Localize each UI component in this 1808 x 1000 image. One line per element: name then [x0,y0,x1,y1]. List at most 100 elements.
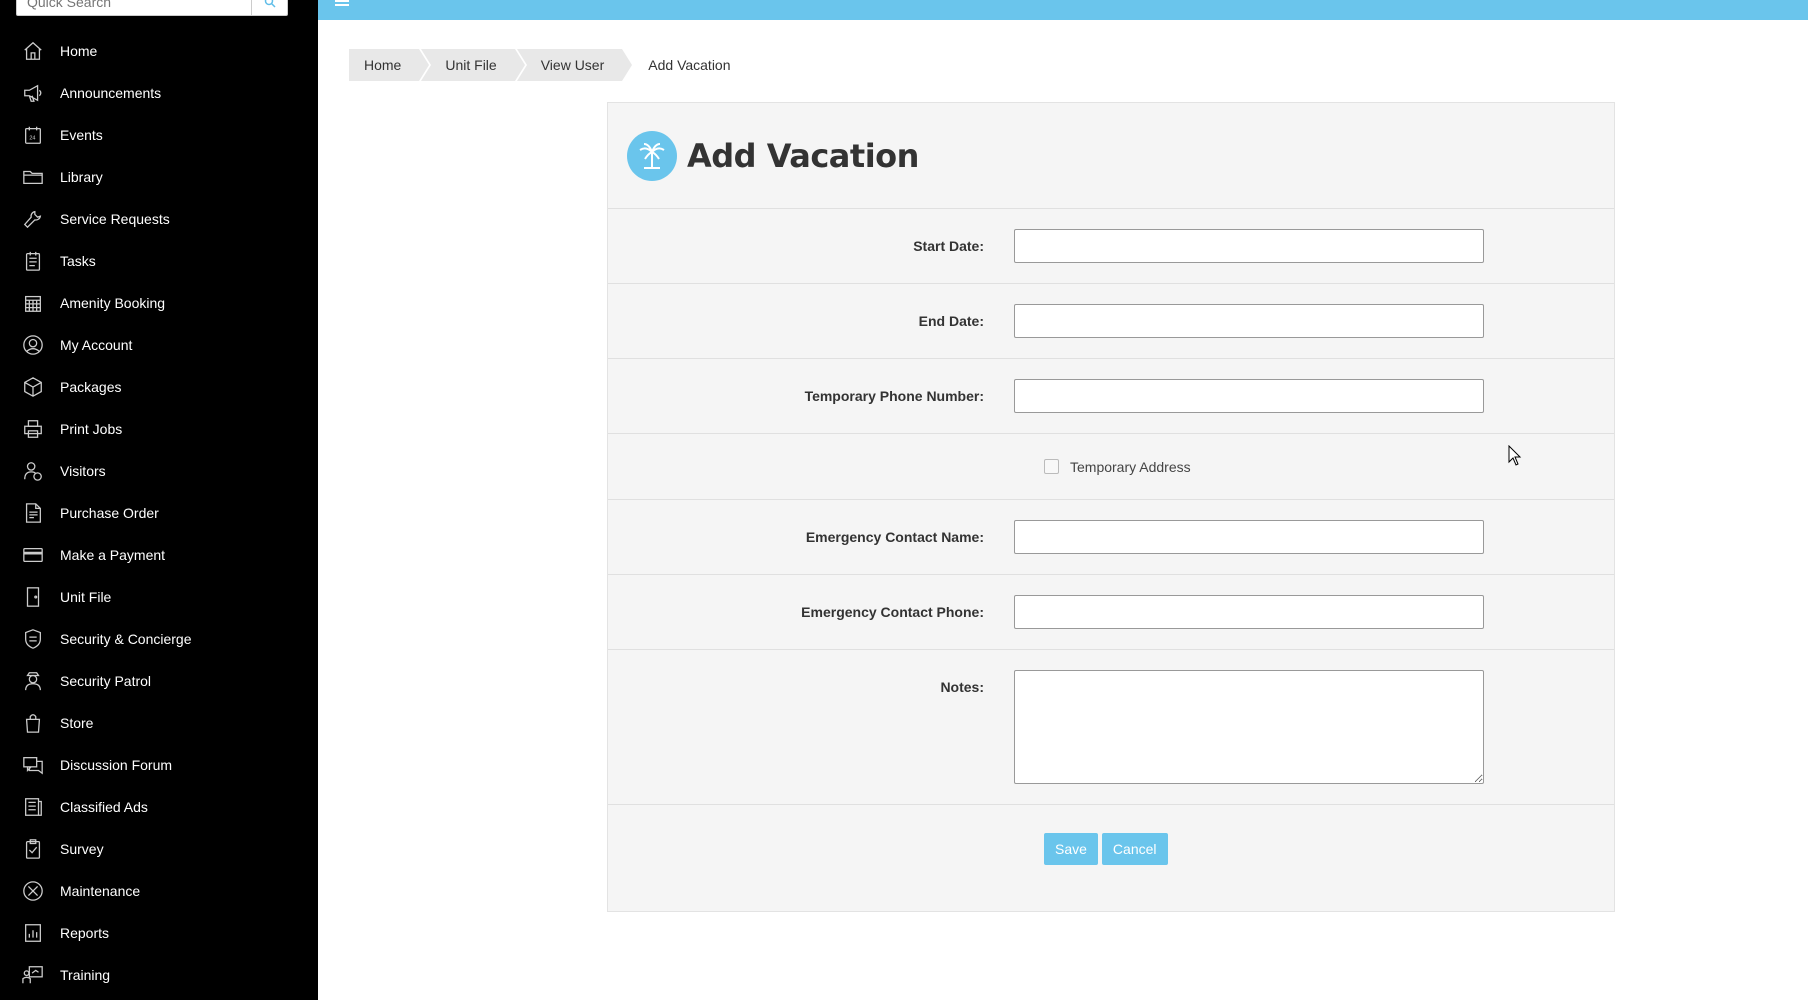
sidebar-item-amenity-booking[interactable]: Amenity Booking [0,282,318,324]
calendar-icon: 24 [21,123,45,147]
shield-icon [21,627,45,651]
sidebar-item-label: Packages [60,379,122,395]
sidebar-item-label: Tasks [60,253,96,269]
palm-tree-icon [627,130,677,181]
sidebar-item-label: Security Patrol [60,673,152,689]
cancel-button[interactable]: Cancel [1101,833,1168,865]
top-bar [318,0,1808,20]
save-button[interactable]: Save [1044,833,1098,865]
emergency-phone-label: Emergency Contact Phone: [801,604,984,620]
box-icon [21,375,45,399]
sidebar-item-my-account[interactable]: My Account [0,324,318,366]
notes-label: Notes: [940,679,984,695]
temp-address-label: Temporary Address [1070,458,1191,475]
sidebar-item-label: Amenity Booking [60,295,166,311]
document-icon [21,501,45,525]
sidebar-item-store[interactable]: Store [0,702,318,744]
door-icon [21,585,45,609]
sidebar-item-service-requests[interactable]: Service Requests [0,198,318,240]
start-date-input[interactable] [1014,229,1484,263]
sidebar-item-label: Announcements [60,85,162,101]
search-icon[interactable] [251,0,287,15]
sidebar-item-training[interactable]: Training [0,954,318,996]
emergency-phone-input[interactable] [1014,595,1484,629]
sidebar-item-classified-ads[interactable]: Classified Ads [0,786,318,828]
sidebar-item-label: Service Requests [60,211,170,227]
end-date-input[interactable] [1014,304,1484,338]
sidebar-item-maintenance[interactable]: Maintenance [0,870,318,912]
chat-icon [21,753,45,777]
sidebar-item-label: Discussion Forum [60,757,173,773]
emergency-name-input[interactable] [1014,520,1484,554]
sidebar-item-tasks[interactable]: Tasks [0,240,318,282]
home-icon [21,39,45,63]
sidebar-item-security-patrol[interactable]: Security Patrol [0,660,318,702]
sidebar-item-label: Maintenance [60,883,141,899]
end-date-row: End Date: [608,284,1614,359]
sidebar-item-packages[interactable]: Packages [0,366,318,408]
sidebar-item-label: Survey [60,841,104,857]
visitor-icon [21,459,45,483]
emergency-name-row: Emergency Contact Name: [608,500,1614,575]
breadcrumb-home[interactable]: Home [349,49,432,81]
sidebar-item-library[interactable]: Library [0,156,318,198]
temp-address-option[interactable]: Temporary Address [1044,459,1191,475]
sidebar-item-events[interactable]: 24 Events [0,114,318,156]
sidebar-nav: Home Announcements 24 Events Library Serv… [0,30,318,996]
sidebar-item-reports[interactable]: Reports [0,912,318,954]
temp-address-checkbox[interactable] [1044,459,1059,474]
mouse-cursor-icon [1508,445,1522,466]
sidebar-item-label: Store [60,715,94,731]
sidebar-item-home[interactable]: Home [0,30,318,72]
calendar-grid-icon [21,291,45,315]
card-header: Add Vacation [608,103,1614,209]
breadcrumb-view-user[interactable]: View User [516,49,634,81]
svg-text:24: 24 [29,136,35,142]
emergency-name-label: Emergency Contact Name: [805,529,984,545]
temp-phone-input[interactable] [1014,379,1484,413]
wrench-icon [21,207,45,231]
sidebar-item-label: Security & Concierge [60,631,192,647]
sidebar-item-label: Classified Ads [60,799,148,815]
sidebar-item-make-a-payment[interactable]: Make a Payment [0,534,318,576]
form-actions: Save Cancel [608,805,1614,893]
sidebar-item-purchase-order[interactable]: Purchase Order [0,492,318,534]
page-title: Add Vacation [687,136,919,175]
sidebar-item-print-jobs[interactable]: Print Jobs [0,408,318,450]
sidebar-item-label: Home [60,43,98,59]
notes-textarea[interactable] [1014,670,1484,784]
sidebar-item-announcements[interactable]: Announcements [0,72,318,114]
sidebar-item-security-concierge[interactable]: Security & Concierge [0,618,318,660]
hamburger-menu-icon[interactable] [335,0,349,10]
breadcrumb-unit-file[interactable]: Unit File [421,49,528,81]
report-icon [21,921,45,945]
tools-icon [21,879,45,903]
sidebar-item-survey[interactable]: Survey [0,828,318,870]
sidebar-item-label: My Account [60,337,133,353]
newspaper-icon [21,795,45,819]
temp-phone-label: Temporary Phone Number: [804,388,984,404]
shopping-bag-icon [21,711,45,735]
guard-icon [21,669,45,693]
sidebar-item-visitors[interactable]: Visitors [0,450,318,492]
printer-icon [21,417,45,441]
breadcrumb: Home Unit File View User Add Vacation [349,49,751,81]
search-input[interactable] [17,0,251,15]
temp-phone-row: Temporary Phone Number: [608,359,1614,434]
sidebar-item-unit-file[interactable]: Unit File [0,576,318,618]
temp-address-row: Temporary Address [608,434,1614,500]
checklist-icon [21,249,45,273]
notes-row: Notes: [608,650,1614,805]
sidebar-item-discussion-forum[interactable]: Discussion Forum [0,744,318,786]
start-date-label: Start Date: [913,238,984,254]
sidebar-item-label: Library [60,169,103,185]
emergency-phone-row: Emergency Contact Phone: [608,575,1614,650]
training-icon [21,963,45,987]
start-date-row: Start Date: [608,209,1614,284]
user-circle-icon [21,333,45,357]
breadcrumb-current: Add Vacation [648,57,731,73]
end-date-label: End Date: [918,313,984,329]
sidebar-item-label: Print Jobs [60,421,123,437]
sidebar: Home Announcements 24 Events Library Serv… [0,0,318,1000]
credit-card-icon [21,543,45,567]
